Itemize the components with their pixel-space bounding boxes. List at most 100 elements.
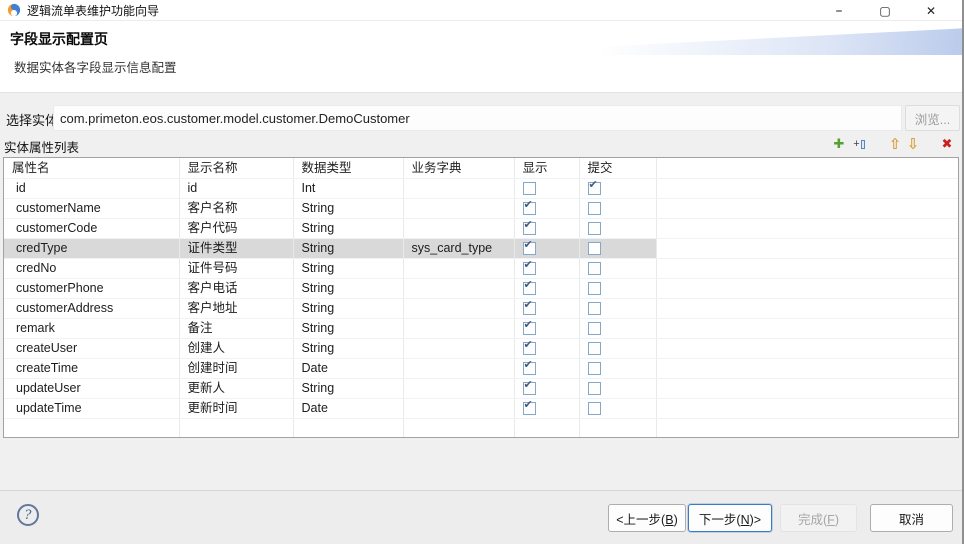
display-checkbox[interactable] (523, 262, 536, 275)
display-checkbox[interactable] (523, 382, 536, 395)
cell-submit (579, 239, 656, 259)
cell-dict (403, 379, 514, 399)
cell-filler (656, 299, 958, 319)
submit-checkbox[interactable] (588, 362, 601, 375)
column-header-display: 显示 (514, 158, 579, 179)
finish-button: 完成(F) (780, 504, 857, 532)
cell-data-type: String (293, 259, 403, 279)
submit-checkbox[interactable] (588, 302, 601, 315)
display-checkbox[interactable] (523, 282, 536, 295)
cell-name: customerAddress (4, 299, 179, 319)
cell-name: credNo (4, 259, 179, 279)
submit-checkbox[interactable] (588, 262, 601, 275)
table-row[interactable]: customerAddress客户地址String (4, 299, 958, 319)
finish-button-mnemonic: F (827, 513, 835, 527)
cell-name: customerCode (4, 219, 179, 239)
empty-cell (656, 438, 958, 439)
cell-data-type: String (293, 219, 403, 239)
cell-data-type: Date (293, 399, 403, 419)
cell-filler (656, 239, 958, 259)
delete-icon[interactable]: ✖ (938, 135, 956, 153)
back-button[interactable]: <上一步(B) (608, 504, 686, 532)
table-row[interactable]: createUser创建人String (4, 339, 958, 359)
submit-checkbox[interactable] (588, 322, 601, 335)
attribute-table: 属性名 显示名称 数据类型 业务字典 显示 提交 ididIntcustomer… (3, 157, 959, 438)
next-button-mnemonic: N (741, 513, 750, 527)
submit-checkbox[interactable] (588, 182, 601, 195)
attribute-list-head: 实体属性列表 ✚ + ⇧ ⇩ ✖ (0, 134, 962, 156)
browse-button[interactable]: 浏览... (905, 105, 960, 131)
cell-submit (579, 319, 656, 339)
display-checkbox[interactable] (523, 342, 536, 355)
cell-display (514, 299, 579, 319)
cell-display (514, 319, 579, 339)
display-checkbox[interactable] (523, 202, 536, 215)
display-checkbox[interactable] (523, 302, 536, 315)
empty-cell (293, 419, 403, 438)
move-up-icon[interactable]: ⇧ (886, 135, 904, 153)
empty-cell (179, 438, 293, 439)
table-row[interactable]: customerName客户名称String (4, 199, 958, 219)
minimize-button[interactable]: – (816, 0, 862, 21)
table-row[interactable]: customerPhone客户电话String (4, 279, 958, 299)
submit-checkbox[interactable] (588, 222, 601, 235)
window-title: 逻辑流单表维护功能向导 (27, 2, 159, 19)
move-down-icon[interactable]: ⇩ (904, 135, 922, 153)
cancel-button[interactable]: 取消 (870, 504, 953, 532)
cell-filler (656, 339, 958, 359)
display-checkbox[interactable] (523, 242, 536, 255)
attribute-list-label: 实体属性列表 (4, 137, 79, 156)
add-icon[interactable]: ✚ (830, 135, 848, 153)
submit-checkbox[interactable] (588, 342, 601, 355)
cell-display-name: 客户名称 (179, 199, 293, 219)
table-row[interactable]: ididInt (4, 179, 958, 199)
maximize-button[interactable]: ▢ (862, 0, 908, 21)
next-button-label-end: )> (750, 513, 761, 527)
table-row[interactable]: remark备注String (4, 319, 958, 339)
window-titlebar: 逻辑流单表维护功能向导 – ▢ ✕ (0, 0, 962, 21)
add-column-icon[interactable]: + (850, 135, 868, 153)
display-checkbox[interactable] (523, 322, 536, 335)
cell-filler (656, 379, 958, 399)
cell-display-name: 客户代码 (179, 219, 293, 239)
back-button-mnemonic: B (665, 513, 673, 527)
cell-filler (656, 179, 958, 199)
empty-cell (514, 438, 579, 439)
submit-checkbox[interactable] (588, 202, 601, 215)
table-row[interactable]: credNo证件号码String (4, 259, 958, 279)
cell-display (514, 399, 579, 419)
table-row[interactable]: updateTime更新时间Date (4, 399, 958, 419)
entity-input[interactable] (53, 105, 902, 131)
back-button-label-end: ) (674, 513, 678, 527)
table-row[interactable]: createTime创建时间Date (4, 359, 958, 379)
display-checkbox[interactable] (523, 362, 536, 375)
footer-bar: ? <上一步(B) 下一步(N)> 完成(F) 取消 (0, 490, 962, 544)
help-button[interactable]: ? (17, 504, 39, 526)
column-header-display-name: 显示名称 (179, 158, 293, 179)
cell-submit (579, 259, 656, 279)
next-button[interactable]: 下一步(N)> (688, 504, 772, 532)
cell-display-name: 客户电话 (179, 279, 293, 299)
cell-dict (403, 399, 514, 419)
display-checkbox[interactable] (523, 222, 536, 235)
empty-cell (4, 419, 179, 438)
table-row[interactable]: credType证件类型Stringsys_card_type (4, 239, 958, 259)
submit-checkbox[interactable] (588, 402, 601, 415)
table-row[interactable]: updateUser更新人String (4, 379, 958, 399)
close-button[interactable]: ✕ (908, 0, 954, 21)
empty-row (4, 438, 958, 439)
finish-button-label: 完成( (798, 513, 827, 527)
submit-checkbox[interactable] (588, 242, 601, 255)
submit-checkbox[interactable] (588, 282, 601, 295)
empty-cell (514, 419, 579, 438)
cell-submit (579, 339, 656, 359)
cell-dict (403, 259, 514, 279)
cell-submit (579, 279, 656, 299)
display-checkbox[interactable] (523, 182, 536, 195)
display-checkbox[interactable] (523, 402, 536, 415)
table-row[interactable]: customerCode客户代码String (4, 219, 958, 239)
submit-checkbox[interactable] (588, 382, 601, 395)
entity-row: 选择实体: 浏览... (0, 104, 962, 132)
cell-data-type: String (293, 239, 403, 259)
empty-cell (4, 438, 179, 439)
